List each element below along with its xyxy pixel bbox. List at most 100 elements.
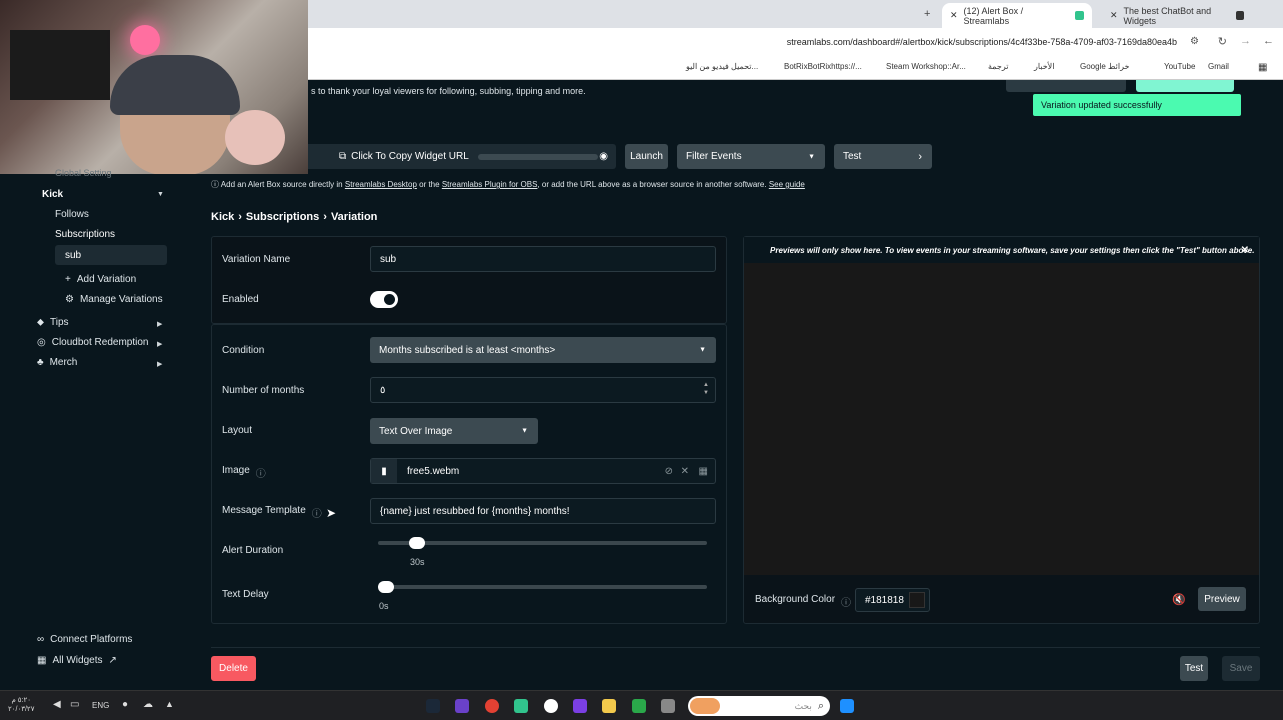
sidebar-item-manage-variations[interactable]: ⚙ Manage Variations — [65, 294, 163, 305]
folder-icon[interactable] — [602, 699, 616, 713]
info-icon[interactable]: ⓘ — [312, 505, 322, 520]
background-color-input[interactable]: #181818 — [855, 588, 930, 612]
condition-dropdown[interactable]: Months subscribed is at least <months> ▼ — [370, 337, 716, 363]
sidebar-item-sub[interactable]: sub — [55, 245, 167, 265]
close-icon[interactable]: ✕ — [1241, 245, 1249, 256]
info-icon[interactable]: ⓘ — [256, 465, 266, 480]
sidebar-item-tips[interactable]: ⬥ Tips — [37, 317, 69, 328]
variation-name-input[interactable]: sub — [370, 246, 716, 272]
windows-start-icon[interactable] — [840, 699, 854, 713]
message-template-label: Message Template ⓘ — [222, 505, 322, 520]
launch-button[interactable]: Launch — [625, 144, 668, 169]
preview-notice: Previews will only show here. To view ev… — [744, 237, 1259, 263]
bookmark-item[interactable]: Google خرائط — [1080, 62, 1129, 71]
sidebar-item-global-setting[interactable]: Global Setting — [55, 168, 112, 178]
store-icon[interactable] — [632, 699, 646, 713]
folder-icon[interactable]: ▮ — [371, 459, 397, 483]
bookmark-item[interactable]: Gmail — [1208, 62, 1229, 71]
breadcrumb-kick[interactable]: Kick — [211, 211, 234, 223]
clear-icon[interactable]: ✕ — [681, 466, 689, 477]
volume-icon[interactable]: ◀ — [53, 699, 61, 710]
alert-duration-slider[interactable] — [378, 537, 707, 549]
eye-icon[interactable]: ◉ — [599, 151, 608, 162]
slider-handle[interactable] — [409, 537, 425, 549]
breadcrumb: Kick › Subscriptions › Variation — [211, 211, 377, 223]
new-tab-button[interactable]: + — [924, 8, 930, 20]
slider-handle[interactable] — [378, 581, 394, 593]
clock[interactable]: ٥:٢٠ م ٢٠/٠٣/٢٧ — [8, 696, 34, 714]
bookmark-item[interactable]: ترجمة — [988, 62, 1009, 71]
sidebar-item-connect-platforms[interactable]: ∞ Connect Platforms — [37, 634, 132, 645]
footer-test-button[interactable]: Test — [1180, 656, 1208, 681]
bookmark-item[interactable]: BotRixBotRixhttps://... — [784, 62, 862, 71]
display-icon[interactable]: ▭ — [70, 699, 79, 710]
months-input[interactable]: ٥ ▲ ▼ — [370, 377, 716, 403]
chevron-up-icon[interactable]: ▲ — [165, 699, 174, 709]
save-button[interactable]: Save — [1222, 656, 1260, 681]
language-indicator[interactable]: ENG — [92, 701, 109, 710]
filter-events-dropdown[interactable]: Filter Events ▼ — [677, 144, 825, 169]
info-text: Add an Alert Box source directly in — [220, 180, 343, 189]
message-template-input[interactable]: {name} just resubbed for {months} months… — [370, 498, 716, 524]
cloud-icon[interactable]: ☁ — [143, 699, 153, 710]
streamlabs-icon[interactable] — [514, 699, 528, 713]
grid-icon: ▦ — [37, 655, 47, 666]
sidebar-item-all-widgets[interactable]: ▦ All Widgets ↗ — [37, 655, 117, 666]
info-icon[interactable]: ⓘ — [841, 594, 851, 609]
sidebar-item-add-variation[interactable]: + Add Variation — [65, 274, 136, 285]
apps-grid-icon[interactable]: ▦ — [1258, 62, 1267, 73]
sidebar-item-kick[interactable]: Kick — [42, 189, 63, 200]
bookmark-item[interactable]: الأخبار — [1034, 62, 1054, 71]
sidebar-item-follows[interactable]: Follows — [55, 209, 89, 220]
sidebar-item-subscriptions[interactable]: Subscriptions — [55, 229, 115, 240]
preview-button[interactable]: Preview — [1198, 587, 1246, 611]
bookmark-item[interactable]: تحميل فيديو من اليو... — [686, 62, 758, 71]
enabled-toggle[interactable] — [370, 291, 398, 308]
forward-icon[interactable]: → — [1240, 35, 1251, 47]
number-stepper-icon[interactable]: ▲ ▼ — [703, 381, 709, 397]
sidebar-item-merch[interactable]: ♣ Merch — [37, 357, 77, 368]
test-dropdown[interactable]: Test › — [834, 144, 932, 169]
close-tab-icon[interactable]: ✕ — [950, 10, 958, 21]
steam-icon[interactable] — [426, 699, 440, 713]
mic-icon[interactable]: ● — [122, 699, 128, 710]
link-icon[interactable]: ⊘ — [665, 466, 673, 477]
address-bar[interactable]: streamlabs.com/dashboard#/alertbox/kick/… — [308, 28, 1283, 56]
delete-button[interactable]: Delete — [211, 656, 256, 681]
obs-plugin-link[interactable]: Streamlabs Plugin for OBS — [442, 180, 538, 189]
taskview-icon[interactable] — [661, 699, 675, 713]
taskbar-search[interactable]: بحث ⌕ — [688, 696, 830, 716]
image-picker[interactable]: ▮ free5.webm ⊘ ✕ ▦ — [370, 458, 716, 484]
color-swatch[interactable] — [909, 592, 925, 608]
bookmark-item[interactable]: YouTube — [1164, 62, 1195, 71]
layout-dropdown[interactable]: Text Over Image ▼ — [370, 418, 538, 444]
message-template-value: {name} just resubbed for {months} months… — [380, 505, 570, 517]
breadcrumb-subscriptions[interactable]: Subscriptions — [246, 211, 319, 223]
settings-icon[interactable] — [544, 699, 558, 713]
browse-themes-button[interactable] — [1136, 80, 1234, 92]
bookmark-item[interactable]: Steam Workshop::Ar... — [886, 62, 966, 71]
text-delay-slider[interactable] — [378, 581, 707, 593]
close-tab-icon[interactable]: ✕ — [1110, 10, 1118, 21]
back-icon[interactable]: ← — [1263, 35, 1274, 47]
chrome-icon[interactable] — [485, 699, 499, 713]
streamlabs-desktop-link[interactable]: Streamlabs Desktop — [345, 180, 417, 189]
discord-icon[interactable] — [455, 699, 469, 713]
see-guide-link[interactable]: See guide — [769, 180, 805, 189]
url-text[interactable]: streamlabs.com/dashboard#/alertbox/kick/… — [787, 37, 1177, 47]
clock-date: ٢٠/٠٣/٢٧ — [8, 706, 35, 713]
reload-icon[interactable]: ↻ — [1218, 35, 1227, 48]
widget-url-bar[interactable]: ⧉ Click To Copy Widget URL ◉ — [308, 144, 616, 169]
grid-icon[interactable]: ▦ — [699, 466, 708, 477]
app-icon[interactable] — [573, 699, 587, 713]
sidebar-item-cloudbot[interactable]: ◎ Cloudbot Redemption — [37, 337, 148, 348]
plus-icon: + — [65, 274, 71, 285]
shirt-icon: ♣ — [37, 357, 44, 368]
mute-icon[interactable]: 🔇 — [1172, 593, 1186, 606]
tab-chatbot[interactable]: ✕ The best ChatBot and Widgets — [1102, 3, 1252, 28]
settings-sliders-icon[interactable]: ⚙ — [1190, 36, 1199, 47]
tab-alertbox[interactable]: ✕ (12) Alert Box / Streamlabs — [942, 3, 1092, 28]
tab-label: The best ChatBot and Widgets — [1123, 5, 1212, 26]
filter-events-label: Filter Events — [686, 151, 742, 162]
layout-value: Text Over Image — [379, 425, 453, 437]
